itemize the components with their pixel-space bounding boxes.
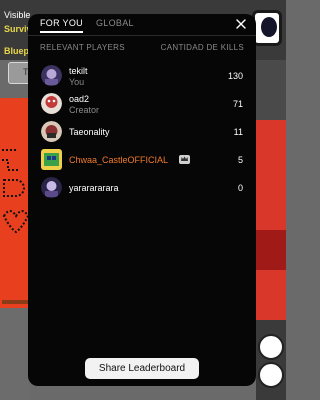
share-leaderboard-button[interactable]: Share Leaderboard xyxy=(85,358,199,379)
bg-wall-glyphs xyxy=(2,149,30,234)
column-headers: RELEVANT PLAYERS CANTIDAD DE KILLS xyxy=(28,43,256,57)
player-subtitle: Creator xyxy=(69,105,100,115)
player-kills: 5 xyxy=(237,155,243,165)
bg-right-grey xyxy=(256,60,286,120)
close-icon[interactable] xyxy=(234,17,248,31)
player-name: tekilt xyxy=(69,66,88,76)
player-avatar xyxy=(41,65,62,86)
player-row[interactable]: Taeonality 11 xyxy=(28,118,256,146)
player-name: Taeonality xyxy=(69,127,110,137)
bg-visible-text: Visible xyxy=(4,10,31,20)
crown-badge-icon xyxy=(179,155,190,164)
player-subtitle: You xyxy=(69,77,85,87)
player-name: Chwaa_CastleOFFICIAL xyxy=(69,155,169,165)
player-row[interactable]: oad2 Creator 71 xyxy=(28,90,256,118)
player-avatar xyxy=(41,149,62,170)
player-kills: 130 xyxy=(227,71,243,81)
player-row[interactable]: yararararara 0 xyxy=(28,174,256,202)
player-row[interactable]: Chwaa_CastleOFFICIAL 5 xyxy=(28,146,256,174)
tab-global[interactable]: GLOBAL xyxy=(96,18,134,28)
bg-ball-icon xyxy=(258,334,284,360)
player-name: yararararara xyxy=(69,183,119,193)
player-kills: 71 xyxy=(232,99,243,109)
player-avatar xyxy=(41,121,62,142)
bg-right-red xyxy=(256,120,286,320)
bg-right-dark-red xyxy=(256,230,286,270)
player-kills: 0 xyxy=(237,183,243,193)
column-header-players: RELEVANT PLAYERS xyxy=(40,43,125,52)
tabs-divider xyxy=(28,35,256,36)
moon-icon xyxy=(261,17,277,37)
player-kills: 11 xyxy=(233,127,243,137)
player-avatar xyxy=(41,177,62,198)
leaderboard-panel: FOR YOU GLOBAL RELEVANT PLAYERS CANTIDAD… xyxy=(28,14,256,386)
player-avatar xyxy=(41,93,62,114)
player-list: tekilt You 130 oad2 Creator 71 Taeonalit… xyxy=(28,62,256,202)
bg-right-low xyxy=(256,320,286,400)
player-avatar-button[interactable] xyxy=(252,10,282,46)
player-row[interactable]: tekilt You 130 xyxy=(28,62,256,90)
column-header-kills: CANTIDAD DE KILLS xyxy=(160,43,244,52)
player-name: oad2 xyxy=(69,94,90,104)
leaderboard-tabs: FOR YOU GLOBAL xyxy=(28,14,256,36)
tab-for-you[interactable]: FOR YOU xyxy=(40,18,83,33)
bg-ball-icon xyxy=(258,362,284,388)
bg-lower-wall xyxy=(0,308,30,400)
